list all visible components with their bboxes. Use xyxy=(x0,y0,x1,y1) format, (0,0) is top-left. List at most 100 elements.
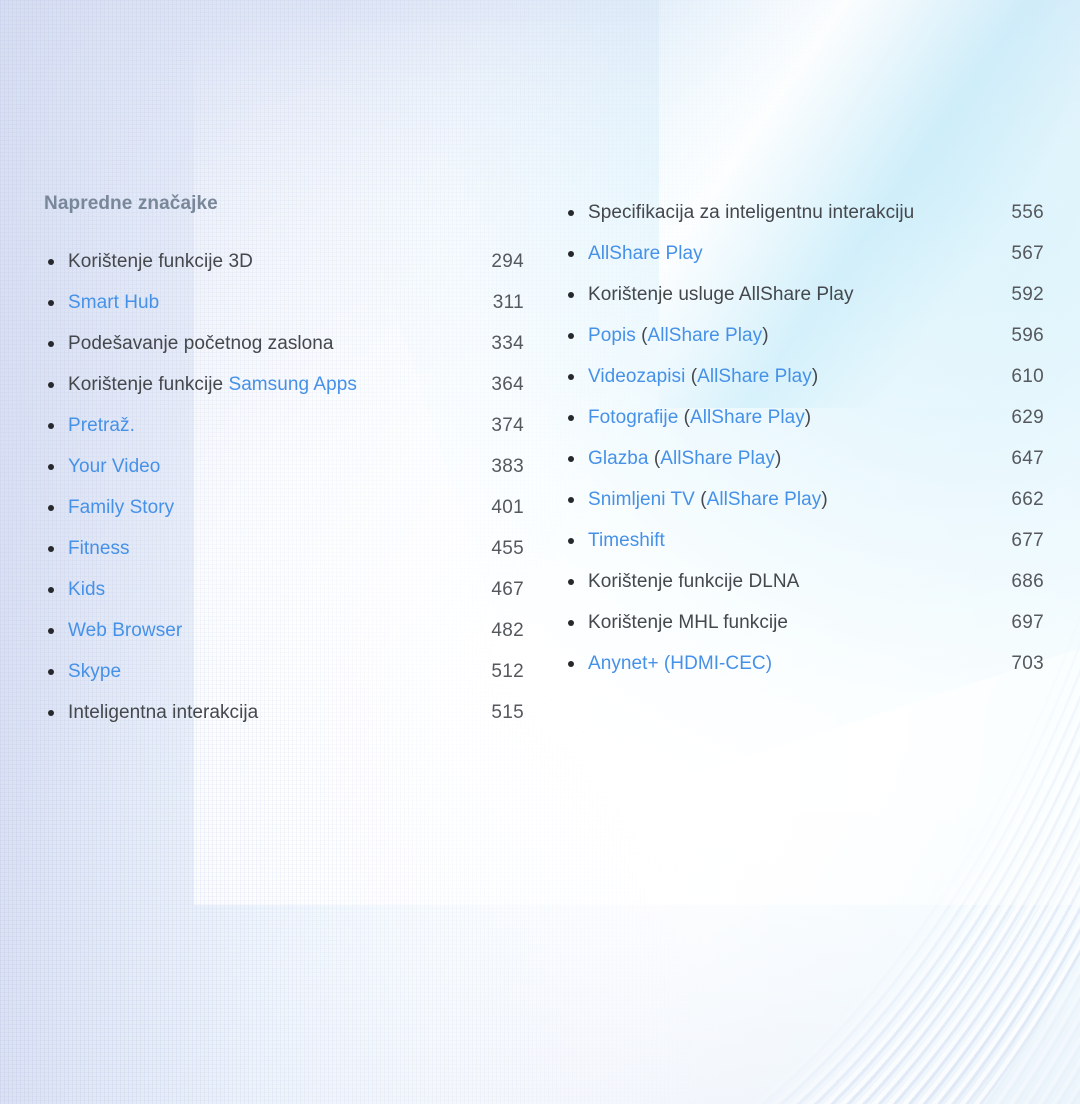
toc-entry-label-part: Fotografije xyxy=(588,406,684,428)
toc-entry-label-part: Web Browser xyxy=(68,619,183,641)
toc-entry-label-part: Korištenje funkcije DLNA xyxy=(588,570,800,592)
toc-entry-label: Glazba (AllShare Play) xyxy=(588,448,781,470)
toc-entry[interactable]: Korištenje MHL funkcije 697 xyxy=(560,602,1050,643)
toc-entry[interactable]: Korištenje funkcije Samsung Apps 364 xyxy=(40,364,530,405)
toc-entry-label-part: Korištenje funkcije 3D xyxy=(68,250,253,272)
bullet-icon xyxy=(568,209,574,216)
toc-entry[interactable]: Smart Hub 311 xyxy=(40,282,530,323)
bullet-icon xyxy=(568,373,574,380)
toc-entry-page-number: 364 xyxy=(491,373,524,395)
toc-entry-label-part: AllShare Play xyxy=(706,488,822,510)
toc-entry[interactable]: Pretraž. 374 xyxy=(40,405,530,446)
bullet-icon xyxy=(48,299,54,306)
toc-entry[interactable]: Fotografije (AllShare Play) 629 xyxy=(560,397,1050,438)
toc-entry-label: Podešavanje početnog zaslona xyxy=(68,333,334,355)
bullet-icon xyxy=(48,504,54,511)
toc-entry-page-number: 610 xyxy=(1011,365,1044,387)
toc-entry-label: Timeshift xyxy=(588,530,665,552)
toc-entry[interactable]: AllShare Play 567 xyxy=(560,233,1050,274)
toc-list-right: Specifikacija za inteligentnu interakcij… xyxy=(560,192,1050,684)
toc-entry[interactable]: Web Browser 482 xyxy=(40,610,530,651)
toc-entry-label-part: Fitness xyxy=(68,537,130,559)
toc-entry[interactable]: Kids 467 xyxy=(40,569,530,610)
toc-entry-label-part: ) xyxy=(804,406,812,428)
bullet-icon xyxy=(568,537,574,544)
toc-entry-label: Fitness xyxy=(68,538,130,560)
toc-entry-label: Korištenje funkcije 3D xyxy=(68,251,253,273)
toc-entry-label: Korištenje funkcije DLNA xyxy=(588,571,799,593)
toc-entry-label: Korištenje usluge AllShare Play xyxy=(588,284,854,306)
toc-entry[interactable]: Glazba (AllShare Play) 647 xyxy=(560,438,1050,479)
toc-entry-label: Fotografije (AllShare Play) xyxy=(588,407,811,429)
toc-entry-label-part: ) xyxy=(762,324,769,346)
toc-entry-label: Kids xyxy=(68,579,105,601)
toc-entry-label-part: Pretraž. xyxy=(68,414,135,436)
bullet-icon xyxy=(48,545,54,552)
toc-entry-label-part: Skype xyxy=(68,660,122,682)
toc-entry[interactable]: Videozapisi (AllShare Play) 610 xyxy=(560,356,1050,397)
toc-entry[interactable]: Skype 512 xyxy=(40,651,530,692)
toc-entry-label-part: ) xyxy=(821,488,828,510)
bullet-icon xyxy=(568,291,574,298)
toc-entry-page-number: 567 xyxy=(1011,242,1044,264)
toc-entry-page-number: 629 xyxy=(1011,406,1044,428)
toc-entry-label-part: Timeshift xyxy=(588,529,665,551)
toc-entry-page-number: 467 xyxy=(491,578,524,600)
toc-entry-label-part: Specifikacija za inteligentnu interakcij… xyxy=(588,201,915,223)
toc-entry[interactable]: Anynet+ (HDMI-CEC) 703 xyxy=(560,643,1050,684)
toc-entry-label-part: AllShare Play xyxy=(697,365,812,387)
toc-entry-label-part: AllShare Play xyxy=(647,324,763,346)
toc-entry[interactable]: Specifikacija za inteligentnu interakcij… xyxy=(560,192,1050,233)
toc-entry-page-number: 596 xyxy=(1011,324,1044,346)
toc-entry-label-part: Smart Hub xyxy=(68,291,160,313)
bullet-icon xyxy=(568,496,574,503)
toc-entry-page-number: 556 xyxy=(1011,201,1044,223)
bullet-icon xyxy=(568,455,574,462)
toc-entry[interactable]: Korištenje funkcije 3D 294 xyxy=(40,241,530,282)
bullet-icon xyxy=(48,340,54,347)
bullet-icon xyxy=(48,627,54,634)
toc-entry[interactable]: Korištenje funkcije DLNA 686 xyxy=(560,561,1050,602)
toc-entry[interactable]: Family Story 401 xyxy=(40,487,530,528)
toc-entry[interactable]: Your Video 383 xyxy=(40,446,530,487)
toc-entry-page-number: 512 xyxy=(491,660,524,682)
toc-entry-label: Korištenje funkcije Samsung Apps xyxy=(68,374,357,396)
toc-entry[interactable]: Inteligentna interakcija 515 xyxy=(40,692,530,733)
toc-entry-label: Your Video xyxy=(68,456,160,478)
toc-entry-label: Korištenje MHL funkcije xyxy=(588,612,788,634)
toc-entry-label: Skype xyxy=(68,661,121,683)
toc-entry-label-part: AllShare Play xyxy=(660,447,775,469)
toc-entry-page-number: 662 xyxy=(1011,488,1044,510)
toc-entry-page-number: 482 xyxy=(491,619,524,641)
bullet-icon xyxy=(48,463,54,470)
toc-entry-page-number: 294 xyxy=(491,250,524,272)
toc-list-left: Korištenje funkcije 3D 294 Smart Hub 311 Pod… xyxy=(40,241,530,733)
bullet-icon xyxy=(48,709,54,716)
section-heading: Napredne značajke xyxy=(44,193,218,214)
toc-entry-label-part: AllShare Play xyxy=(690,406,805,428)
bullet-icon xyxy=(568,414,574,421)
toc-entry-label: AllShare Play xyxy=(588,243,703,265)
toc-entry-label: Videozapisi (AllShare Play) xyxy=(588,366,818,388)
toc-entry-page-number: 374 xyxy=(491,414,524,436)
toc-entry[interactable]: Korištenje usluge AllShare Play 592 xyxy=(560,274,1050,315)
bullet-icon xyxy=(48,586,54,593)
toc-entry[interactable]: Popis (AllShare Play) 596 xyxy=(560,315,1050,356)
toc-entry-label: Family Story xyxy=(68,497,174,519)
bullet-icon xyxy=(568,619,574,626)
toc-entry-label: Web Browser xyxy=(68,620,182,642)
toc-entry-page-number: 677 xyxy=(1011,529,1044,551)
bullet-icon xyxy=(568,660,574,667)
toc-entry-label-part: Korištenje usluge AllShare Play xyxy=(588,283,854,305)
toc-entry-page-number: 334 xyxy=(491,332,524,354)
toc-entry-label-part: ) xyxy=(774,447,782,469)
toc-entry[interactable]: Podešavanje početnog zaslona 334 xyxy=(40,323,530,364)
toc-entry[interactable]: Fitness 455 xyxy=(40,528,530,569)
toc-content: Napredne značajke Korištenje funkcije 3D… xyxy=(0,0,1080,1104)
toc-entry-label: Popis (AllShare Play) xyxy=(588,325,769,347)
toc-entry[interactable]: Timeshift 677 xyxy=(560,520,1050,561)
toc-entry-label-part: Snimljeni TV xyxy=(588,488,701,510)
toc-entry[interactable]: Snimljeni TV (AllShare Play) 662 xyxy=(560,479,1050,520)
bullet-icon xyxy=(48,258,54,265)
bullet-icon xyxy=(48,422,54,429)
